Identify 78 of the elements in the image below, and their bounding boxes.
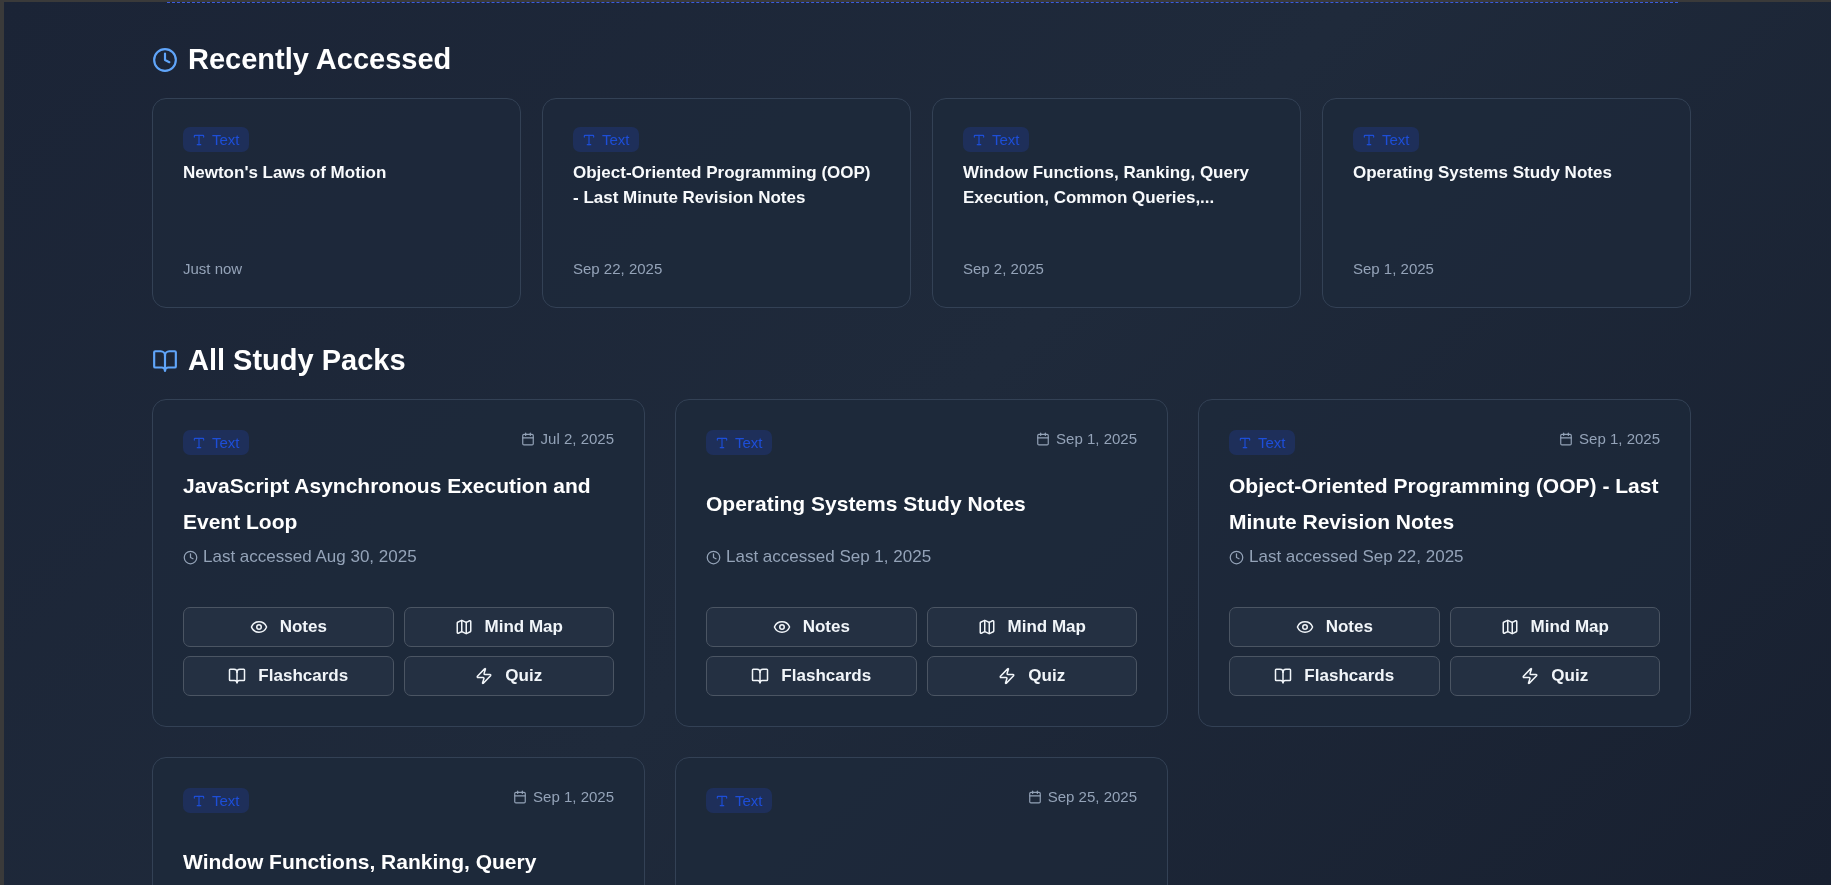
action-button[interactable]: Notes xyxy=(1229,607,1440,647)
recent-card[interactable]: Text Object-Oriented Programming (OOP) - Last Minute Revision Notes Sep 22, 2025 xyxy=(542,98,911,308)
action-button[interactable]: Flashcards xyxy=(1229,656,1440,696)
book-icon xyxy=(1274,667,1293,685)
text-type-icon xyxy=(192,435,206,450)
eye-icon xyxy=(249,618,268,636)
last-accessed: Last accessed Sep 22, 2025 xyxy=(1249,547,1464,567)
text-type-icon xyxy=(972,132,986,147)
text-type-icon xyxy=(1238,435,1252,450)
badge-label: Text xyxy=(735,792,763,809)
created-date: Sep 1, 2025 xyxy=(1056,430,1137,447)
action-button[interactable]: Mind Map xyxy=(403,607,614,647)
pack-title: Window Functions, Ranking, Query xyxy=(183,849,537,875)
calendar-icon xyxy=(1559,431,1574,446)
recent-card[interactable]: Text Newton's Laws of Motion Just now xyxy=(152,98,521,308)
badge-label: Text xyxy=(1382,131,1410,148)
action-button[interactable]: Flashcards xyxy=(706,656,917,696)
action-button[interactable]: Quiz xyxy=(403,656,614,696)
accessed-time: Sep 22, 2025 xyxy=(573,260,664,277)
badge-label: Text xyxy=(602,131,630,148)
calendar-icon xyxy=(1036,431,1051,446)
card-title: Object-Oriented Programming (OOP) - Last Minute Revision Notes xyxy=(573,162,872,209)
book-icon xyxy=(751,667,770,685)
clock-icon xyxy=(152,46,178,73)
action-button[interactable]: Mind Map xyxy=(1449,607,1660,647)
lightning-icon xyxy=(475,667,494,685)
pack-title: Object-Oriented Programming (OOP) - Last Minute Revision Notes xyxy=(1229,473,1660,535)
accessed-time: Sep 1, 2025 xyxy=(1353,260,1435,277)
action-button[interactable]: Notes xyxy=(183,607,394,647)
text-type-icon xyxy=(715,793,729,808)
action-button[interactable]: Quiz xyxy=(926,656,1137,696)
badge-label: Text xyxy=(1258,434,1286,451)
card-title: Operating Systems Study Notes xyxy=(1353,162,1613,184)
text-type-icon xyxy=(582,132,596,147)
last-accessed: Last accessed Sep 1, 2025 xyxy=(726,547,932,567)
badge-label: Text xyxy=(212,131,240,148)
book-icon xyxy=(152,347,178,374)
badge-label: Text xyxy=(735,434,763,451)
text-type-icon xyxy=(715,435,729,450)
map-icon xyxy=(1500,618,1519,636)
card-title: Newton's Laws of Motion xyxy=(183,162,388,184)
pack-title: Operating Systems Study Notes xyxy=(706,491,1026,517)
map-icon xyxy=(454,618,473,636)
map-icon xyxy=(977,618,996,636)
eye-icon xyxy=(1295,618,1314,636)
calendar-icon xyxy=(520,431,535,446)
book-icon xyxy=(228,667,247,685)
badge-label: Text xyxy=(212,792,240,809)
lightning-icon xyxy=(998,667,1017,685)
created-date: Jul 2, 2025 xyxy=(540,430,614,447)
section-heading: Recently Accessed xyxy=(188,43,452,76)
created-date: Sep 25, 2025 xyxy=(1047,788,1137,805)
recent-card[interactable]: Text Operating Systems Study Notes Sep 1, 2025 xyxy=(1322,98,1691,308)
clock-icon xyxy=(706,549,721,565)
calendar-icon xyxy=(513,789,528,804)
last-accessed: Last accessed Aug 30, 2025 xyxy=(203,547,417,567)
text-type-icon xyxy=(192,132,206,147)
text-type-icon xyxy=(192,793,206,808)
text-type-icon xyxy=(1362,132,1376,147)
created-date: Sep 1, 2025 xyxy=(1579,430,1660,447)
created-date: Sep 1, 2025 xyxy=(533,788,614,805)
action-button[interactable]: Notes xyxy=(706,607,917,647)
action-button[interactable]: Flashcards xyxy=(183,656,394,696)
badge-label: Text xyxy=(992,131,1020,148)
accessed-time: Just now xyxy=(183,260,244,277)
badge-label: Text xyxy=(212,434,240,451)
eye-icon xyxy=(772,618,791,636)
lightning-icon xyxy=(1521,667,1540,685)
action-button[interactable]: Mind Map xyxy=(926,607,1137,647)
section-heading: All Study Packs xyxy=(188,344,406,377)
recent-card[interactable]: Text Window Functions, Ranking, Query Execution, Common Queries,... Sep 2, 2025 xyxy=(932,98,1301,308)
card-title: Window Functions, Ranking, Query Execution, Common Queries,... xyxy=(963,162,1251,209)
accessed-time: Sep 2, 2025 xyxy=(963,260,1045,277)
action-button[interactable]: Quiz xyxy=(1449,656,1660,696)
clock-icon xyxy=(1229,549,1244,565)
pack-title: JavaScript Asynchronous Execution and Event Loop xyxy=(183,473,592,535)
clock-icon xyxy=(183,549,198,565)
calendar-icon xyxy=(1027,789,1042,804)
